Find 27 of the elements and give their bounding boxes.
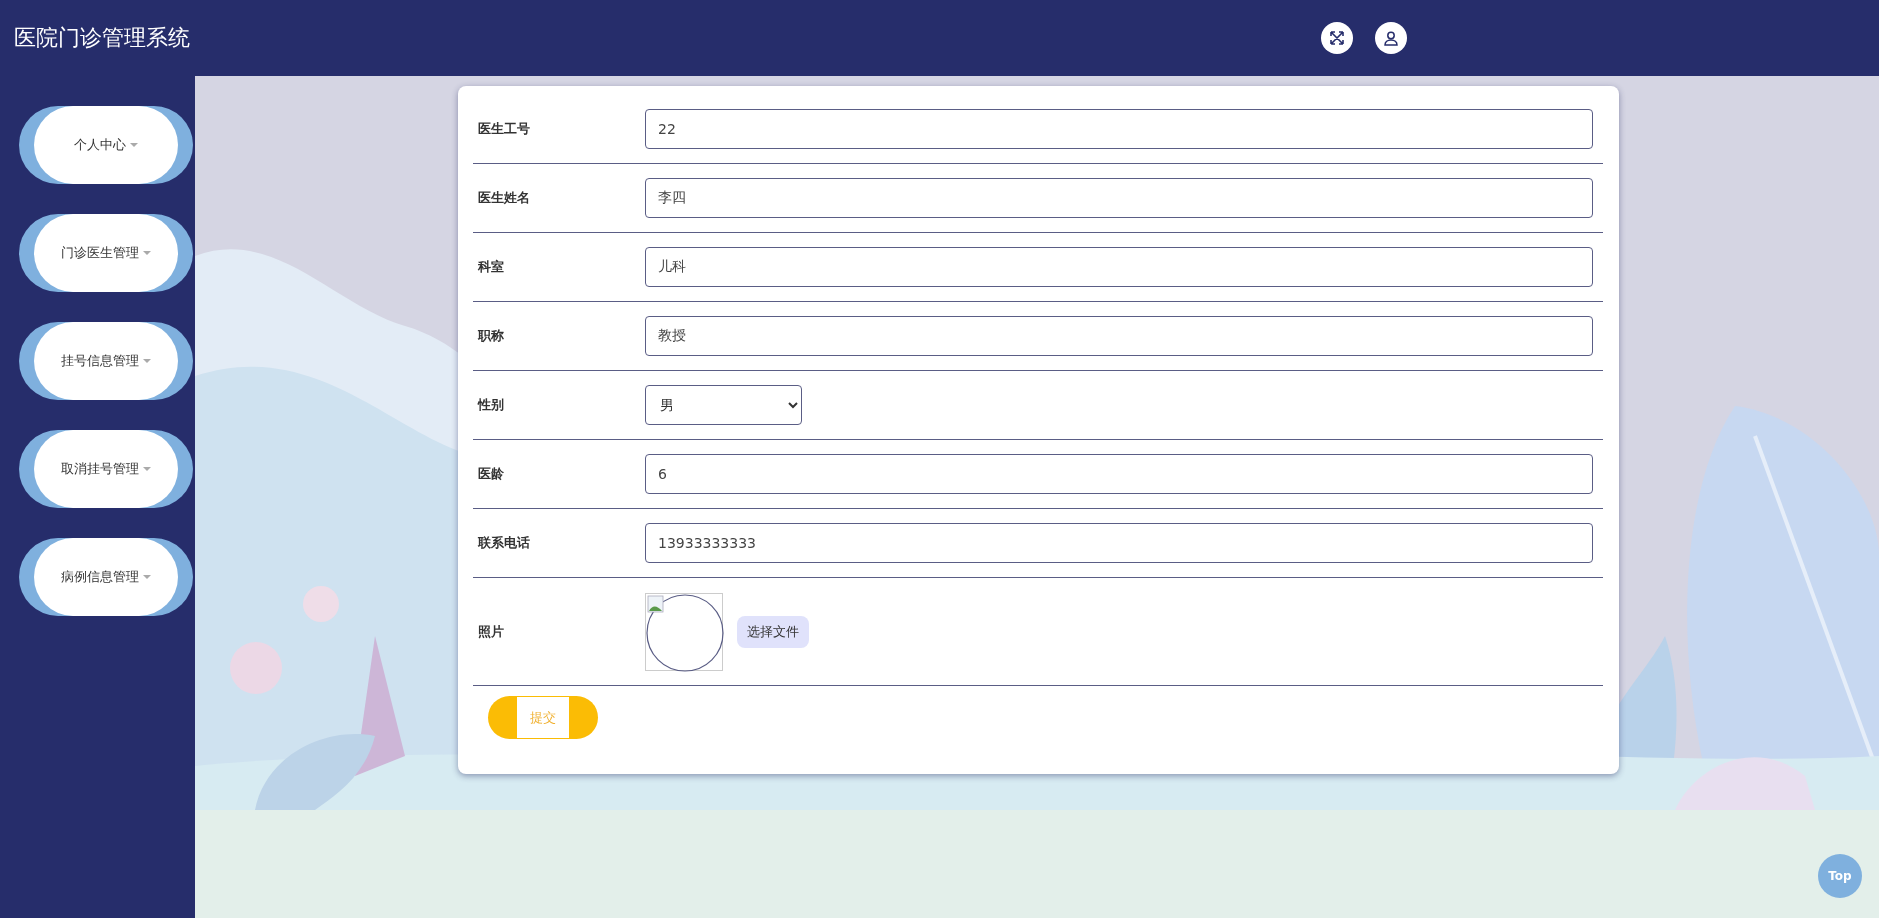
sidebar-menu-item[interactable]: 挂号信息管理 [19,322,193,400]
sidebar-menu-item[interactable]: 个人中心 [19,106,193,184]
field-label: 性别 [476,396,505,414]
sidebar-menu-item[interactable]: 取消挂号管理 [19,430,193,508]
input-field[interactable]: 儿科 [645,247,1593,287]
caret-icon [143,466,151,472]
field-label: 联系电话 [477,534,531,552]
field-label: 医生姓名 [477,189,531,207]
sidebar-menu-item[interactable]: 门诊医生管理 [19,214,193,292]
input-field[interactable]: 13933333333 [645,523,1593,563]
caret-icon [143,574,151,580]
field-label: 医生工号 [477,120,531,138]
caret-icon [130,142,138,148]
field-label: 职称 [477,327,505,345]
input-field[interactable]: 李四 [645,178,1593,218]
caret-icon [143,358,151,364]
app-title: 医院门诊管理系统 [14,24,191,52]
input-field[interactable]: 22 [645,109,1593,149]
caret-icon [143,250,151,256]
select-field[interactable]: 男 [645,385,802,425]
input-field[interactable]: 教授 [645,316,1593,356]
choose-file-button[interactable]: 选择文件 [737,615,809,648]
field-label: 科室 [477,258,505,276]
sidebar-menu-item[interactable]: 病例信息管理 [19,538,193,616]
field-label: 医龄 [477,465,505,483]
input-field[interactable]: 6 [645,454,1593,494]
field-label: 照片 [477,622,505,641]
